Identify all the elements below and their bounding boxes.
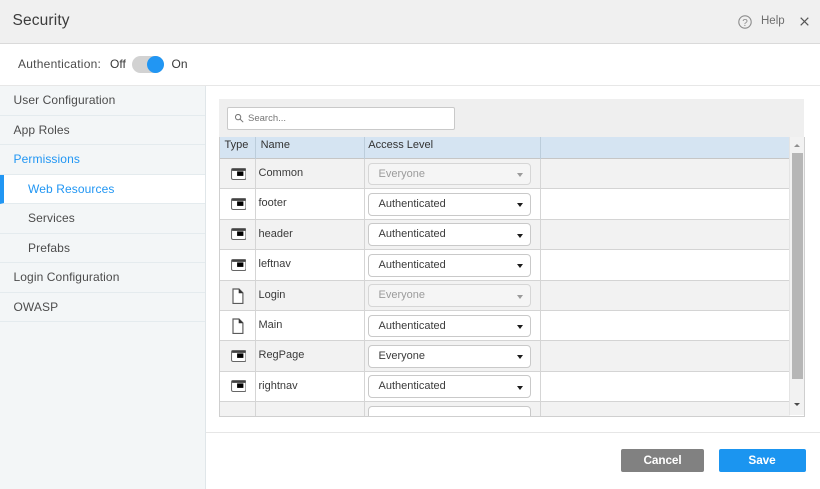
- svg-text:?: ?: [742, 17, 748, 28]
